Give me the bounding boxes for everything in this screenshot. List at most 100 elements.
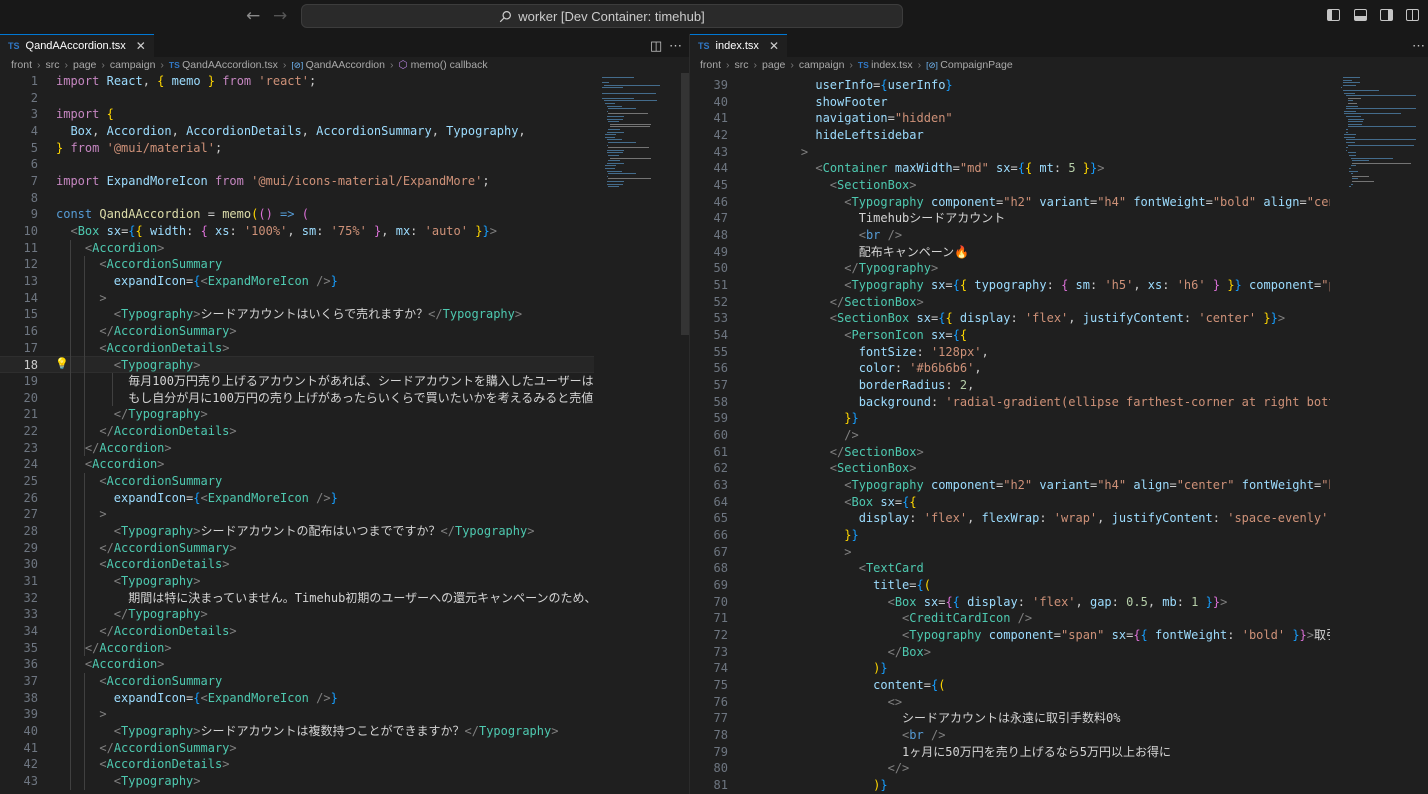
code-line[interactable]: 12 <AccordionSummary [0,256,594,273]
split-editor-icon[interactable]: ◫ [650,38,662,54]
code-line[interactable]: 20 もし自分が月に100万円の売り上げがあったらいくらで買いたいかを考えるみる… [0,390,594,407]
more-actions-icon[interactable]: ⋯ [669,38,682,54]
code-line[interactable]: 76 <> [690,694,1330,711]
code-line[interactable]: 28 <Typography>シードアカウントの配布はいつまでですか？</Typ… [0,523,594,540]
code-line[interactable]: 2 [0,90,594,107]
code-line[interactable]: 59 }} [690,410,1330,427]
code-line[interactable]: 25 <AccordionSummary [0,473,594,490]
code-line[interactable]: 17 <AccordionDetails> [0,340,594,357]
code-line[interactable]: 36 <Accordion> [0,656,594,673]
breadcrumb-item[interactable]: campaign [799,59,845,71]
code-line[interactable]: 23 </Accordion> [0,440,594,457]
code-line[interactable]: 5} from '@mui/material'; [0,140,594,157]
code-line[interactable]: 58 background: 'radial-gradient(ellipse … [690,394,1330,411]
code-line[interactable]: 38 expandIcon={<ExpandMoreIcon />} [0,690,594,707]
code-line[interactable]: 27 > [0,506,594,523]
code-line[interactable]: 29 </AccordionSummary> [0,540,594,557]
right-minimap[interactable] [1330,73,1428,794]
code-line[interactable]: 35 </Accordion> [0,640,594,657]
code-line[interactable]: 43 > [690,144,1330,161]
code-line[interactable]: 80 </> [690,760,1330,777]
code-line[interactable]: 40 <Typography>シードアカウントは複数持つことができますか？</T… [0,723,594,740]
code-line[interactable]: 63 <Typography component="h2" variant="h… [690,477,1330,494]
left-scrollbar[interactable] [681,73,689,335]
code-line[interactable]: 42 hideLeftsidebar [690,127,1330,144]
code-line[interactable]: 72 <Typography component="span" sx={{ fo… [690,627,1330,644]
code-line[interactable]: 13 expandIcon={<ExpandMoreIcon />} [0,273,594,290]
breadcrumb-item[interactable]: page [762,59,785,71]
code-line[interactable]: 51 <Typography sx={{ typography: { sm: '… [690,277,1330,294]
code-line[interactable]: 70 <Box sx={{ display: 'flex', gap: 0.5,… [690,594,1330,611]
code-line[interactable]: 81 )} [690,777,1330,794]
code-line[interactable]: 48 <br /> [690,227,1330,244]
code-line[interactable]: 39 userInfo={userInfo} [690,77,1330,94]
left-minimap[interactable] [594,73,680,794]
code-line[interactable]: 67 > [690,544,1330,561]
breadcrumb-item[interactable]: src [735,59,749,71]
code-line[interactable]: 49 配布キャンペーン🔥 [690,244,1330,261]
code-line[interactable]: 9 const QandAAccordion = memo(() => ( [0,206,594,223]
breadcrumb-item[interactable]: [⊘] CompaignPage [926,59,1013,71]
code-line[interactable]: 66 }} [690,527,1330,544]
code-line[interactable]: 54 <PersonIcon sx={{ [690,327,1330,344]
code-line[interactable]: 73 </Box> [690,644,1330,661]
code-line[interactable]: 62 <SectionBox> [690,460,1330,477]
code-line[interactable]: 47 Timehubシードアカウント [690,210,1330,227]
toggle-primary-sidebar-icon[interactable] [1327,9,1340,21]
close-tab-icon[interactable]: ✕ [136,39,146,53]
code-line[interactable]: 53 <SectionBox sx={{ display: 'flex', ju… [690,310,1330,327]
code-line[interactable]: 52 </SectionBox> [690,294,1330,311]
code-line[interactable]: 71 <CreditCardIcon /> [690,610,1330,627]
customize-layout-icon[interactable] [1406,9,1419,21]
code-line[interactable]: 60 /> [690,427,1330,444]
code-line[interactable]: 8 [0,190,594,207]
code-line[interactable]: 55 fontSize: '128px', [690,344,1330,361]
code-line[interactable]: 7 import ExpandMoreIcon from '@mui/icons-… [0,173,594,190]
code-line[interactable]: 21 </Typography> [0,406,594,423]
code-line[interactable]: 15 <Typography>シードアカウントはいくらで売れますか？</Typo… [0,306,594,323]
code-line[interactable]: 61 </SectionBox> [690,444,1330,461]
code-line[interactable]: 37 <AccordionSummary [0,673,594,690]
breadcrumb-item[interactable]: TS index.tsx [858,59,913,71]
code-line[interactable]: 24 <Accordion> [0,456,594,473]
breadcrumb-item[interactable]: front [700,59,721,71]
code-line[interactable]: 50 </Typography> [690,260,1330,277]
code-line[interactable]: 41 navigation="hidden" [690,110,1330,127]
lightbulb-icon[interactable]: 💡 [55,357,69,370]
code-line[interactable]: 39 > [0,706,594,723]
code-line[interactable]: 10 <Box sx={{ width: { xs: '100%', sm: '… [0,223,594,240]
code-line[interactable]: 41 </AccordionSummary> [0,740,594,757]
back-arrow-icon[interactable]: ← [246,6,260,26]
code-line[interactable]: 74 )} [690,660,1330,677]
code-line[interactable]: 16 </AccordionSummary> [0,323,594,340]
code-line[interactable]: 6 [0,156,594,173]
code-line[interactable]: 46 <Typography component="h2" variant="h… [690,194,1330,211]
breadcrumb-item[interactable]: TS QandAAccordion.tsx [169,59,278,71]
code-line[interactable]: 44 <Container maxWidth="md" sx={{ mt: 5 … [690,160,1330,177]
breadcrumb-item[interactable]: [⊘] QandAAccordion [291,59,385,71]
code-line[interactable]: 42 <AccordionDetails> [0,756,594,773]
code-line[interactable]: 30 <AccordionDetails> [0,556,594,573]
code-line[interactable]: 22 </AccordionDetails> [0,423,594,440]
breadcrumb-item[interactable]: front [11,59,32,71]
code-line[interactable]: 40 showFooter [690,94,1330,111]
code-line[interactable]: 19 毎月100万円売り上げるアカウントがあれば、シードアカウントを購入したユー… [0,373,594,390]
code-line[interactable]: 56 color: '#b6b6b6', [690,360,1330,377]
code-line[interactable]: 68 <TextCard [690,560,1330,577]
breadcrumb-item[interactable]: ⬡ memo() callback [398,59,487,71]
code-line[interactable]: 45 <SectionBox> [690,177,1330,194]
code-line[interactable]: 75 content={( [690,677,1330,694]
code-line[interactable]: 79 1ヶ月に50万円を売り上げるなら5万円以上お得に [690,744,1330,761]
code-line[interactable]: 77 シードアカウントは永遠に取引手数料0% [690,710,1330,727]
code-line[interactable]: 64 <Box sx={{ [690,494,1330,511]
code-line[interactable]: 4 Box, Accordion, AccordionDetails, Acco… [0,123,594,140]
toggle-secondary-sidebar-icon[interactable] [1380,9,1393,21]
code-line[interactable]: 34 </AccordionDetails> [0,623,594,640]
code-line[interactable]: 3 import { [0,106,594,123]
code-line[interactable]: 11 <Accordion> [0,240,594,257]
code-line[interactable]: 1 import React, { memo } from 'react'; [0,73,594,90]
code-line[interactable]: 78 <br /> [690,727,1330,744]
code-line[interactable]: 32 期間は特に決まっていません。Timehub初期のユーザーへの還元キャンペー… [0,590,594,607]
tab-index[interactable]: TS index.tsx ✕ [690,34,787,57]
forward-arrow-icon[interactable]: → [273,6,287,26]
